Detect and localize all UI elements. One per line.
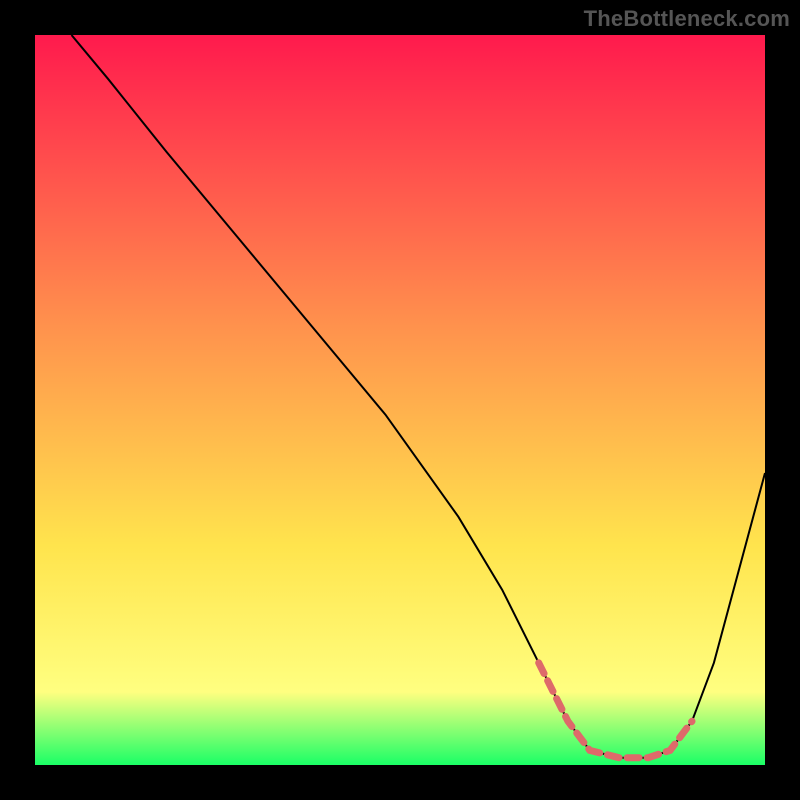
plot-area <box>35 35 765 765</box>
watermark-label: TheBottleneck.com <box>584 6 790 32</box>
gradient-background <box>35 35 765 765</box>
bottleneck-plot <box>35 35 765 765</box>
chart-container: TheBottleneck.com <box>0 0 800 800</box>
